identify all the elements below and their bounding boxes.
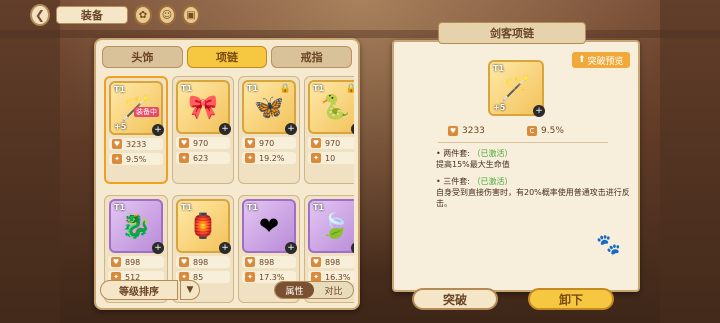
item-card[interactable]: T1 🔒 🐍 + ♥970 ✦10	[304, 76, 354, 184]
necklace-icon: 🪄	[501, 74, 531, 102]
plus-icon: +	[219, 242, 231, 254]
necklace-icon: 🐍	[320, 93, 350, 121]
item-card[interactable]: T1 🪄 +5 装备中 + ♥3233 ✦9.5%	[104, 76, 168, 184]
heart-icon: ♥	[111, 257, 121, 267]
secondary-stat: ✦ 623	[176, 152, 230, 164]
heart-icon: ♥	[311, 138, 321, 148]
item-image: T1 🔒 🦋 +	[242, 80, 297, 135]
item-card[interactable]: T1 🔒 🦋 + ♥ 970 ✦ 19.2%	[238, 76, 300, 184]
plus-icon: +	[152, 124, 164, 136]
unequip-button[interactable]: 卸下	[528, 288, 614, 310]
hero-portrait-icon[interactable]: ☺	[157, 5, 176, 25]
tab-headwear[interactable]: 头饰	[102, 46, 183, 68]
category-tabs: 头饰 项链 戒指	[102, 46, 353, 68]
equipped-badge: 装备中	[134, 107, 159, 117]
stat-icon: ✦	[112, 154, 122, 164]
plus-icon: +	[533, 105, 545, 117]
item-image: T1 🎀 +	[176, 80, 231, 135]
secondary-stat: ✦ 9.5%	[109, 153, 163, 165]
hp-stat: ♥ 898	[308, 256, 354, 268]
crit-icon: C	[527, 126, 537, 136]
item-image: T1 🍃 +	[308, 199, 354, 254]
stat-icon: ✦	[245, 272, 255, 282]
set-title: 剑客项链	[438, 22, 586, 44]
back-button[interactable]: ❮	[30, 4, 50, 26]
preview-icon: ⬆	[578, 55, 586, 65]
tab-necklace[interactable]: 项链	[186, 46, 268, 68]
three-piece-bonus: • 三件套: （已激活） 自身受到直接伤害时，有20%概率使用普通攻击进行反击。	[436, 177, 630, 208]
stat-icon: ✦	[311, 153, 321, 163]
heart-icon: ♥	[112, 139, 122, 149]
item-image: T1 🏮 +	[176, 199, 231, 254]
necklace-icon: 🍃	[320, 212, 350, 240]
item-image: T1 🔒 🐍 +	[308, 80, 354, 135]
attribute-compare-toggle[interactable]: 属性 对比	[274, 281, 354, 299]
necklace-icon: 🐉	[121, 212, 151, 240]
back-arrow-icon: ❮	[34, 8, 45, 22]
sort-dropdown-button[interactable]: ▼	[180, 280, 200, 300]
heart-icon: ♥	[245, 257, 255, 267]
item-image: T1 🪄 +5 装备中 +	[109, 81, 164, 136]
hp-stat: ♥ 898	[242, 256, 296, 268]
chest-icon[interactable]: ▣	[181, 5, 201, 25]
secondary-stat: ✦ 19.2%	[242, 152, 296, 164]
chevron-down-icon: ▼	[186, 285, 194, 295]
plus-icon: +	[285, 242, 297, 254]
stat-icon: ✦	[245, 153, 255, 163]
heart-icon: ♥	[448, 126, 458, 136]
selected-item-image: T1 🪄 +5 +	[488, 60, 545, 117]
breakthrough-preview-button[interactable]: ⬆ 突破预览	[572, 52, 630, 68]
hp-stat: ♥ 898	[108, 256, 164, 268]
heart-icon: ♥	[179, 138, 189, 148]
lock-icon: 🔒	[279, 84, 291, 94]
equipment-list-panel: 头饰 项链 戒指 T1 🪄 +5 装备中 + ♥3233 ✦9.5% T1 🎀 …	[94, 38, 360, 310]
set-bonus-description: • 两件套: （已激活） 提高15%最大生命值 • 三件套: （已激活） 自身受…	[436, 148, 632, 215]
toggle-compare[interactable]: 对比	[314, 282, 353, 298]
hp-stat: ♥ 3233	[109, 138, 163, 150]
crit-stat: C 9.5%	[524, 125, 595, 137]
hp-stat: ♥ 970	[308, 137, 354, 149]
necklace-icon: 🎀	[188, 93, 218, 121]
tab-ring[interactable]: 戒指	[271, 46, 353, 68]
divider	[438, 142, 608, 143]
sort-control: 等级排序 ▼	[100, 279, 200, 301]
necklace-icon: 🦋	[254, 93, 284, 121]
heart-icon: ♥	[245, 138, 255, 148]
selected-item-stats: ♥ 3233 C 9.5%	[445, 122, 595, 137]
hp-stat: ♥ 970	[176, 137, 230, 149]
item-image: T1 🐉 +	[109, 199, 164, 254]
hp-stat: ♥ 970	[242, 137, 296, 149]
heart-icon: ♥	[179, 257, 189, 267]
paw-watermark-icon: 🐾	[596, 232, 621, 256]
stat-icon: ✦	[179, 153, 189, 163]
plus-icon: +	[219, 123, 231, 135]
lock-icon: 🔒	[345, 84, 354, 94]
hp-stat: ♥ 898	[176, 256, 230, 268]
item-card[interactable]: T1 🎀 + ♥ 970 ✦ 623	[172, 76, 234, 184]
plus-icon: +	[351, 123, 354, 135]
sort-button[interactable]: 等级排序	[100, 280, 178, 300]
plus-icon: +	[351, 242, 354, 254]
two-piece-bonus: • 两件套: （已激活） 提高15%最大生命值	[436, 149, 513, 169]
top-bar: ❮ 装备 ✿ ☺ ▣	[30, 4, 201, 26]
hp-stat: ♥ 3233	[445, 125, 516, 137]
breakthrough-button[interactable]: 突破	[412, 288, 498, 310]
page-title: 装备	[55, 6, 128, 24]
item-grid: T1 🪄 +5 装备中 + ♥3233 ✦9.5% T1 🎀 + ♥970 ✦6…	[104, 76, 354, 308]
item-image: T1 ❤ +	[242, 199, 297, 254]
secondary-stat: ✦ 10	[308, 152, 354, 164]
plus-icon: +	[285, 123, 297, 135]
necklace-icon: ❤	[258, 212, 280, 240]
toggle-attributes[interactable]: 属性	[275, 282, 314, 298]
necklace-icon: 🏮	[188, 212, 218, 240]
heart-icon: ♥	[311, 257, 321, 267]
gear-icon[interactable]: ✿	[133, 5, 152, 25]
plus-icon: +	[152, 242, 164, 254]
